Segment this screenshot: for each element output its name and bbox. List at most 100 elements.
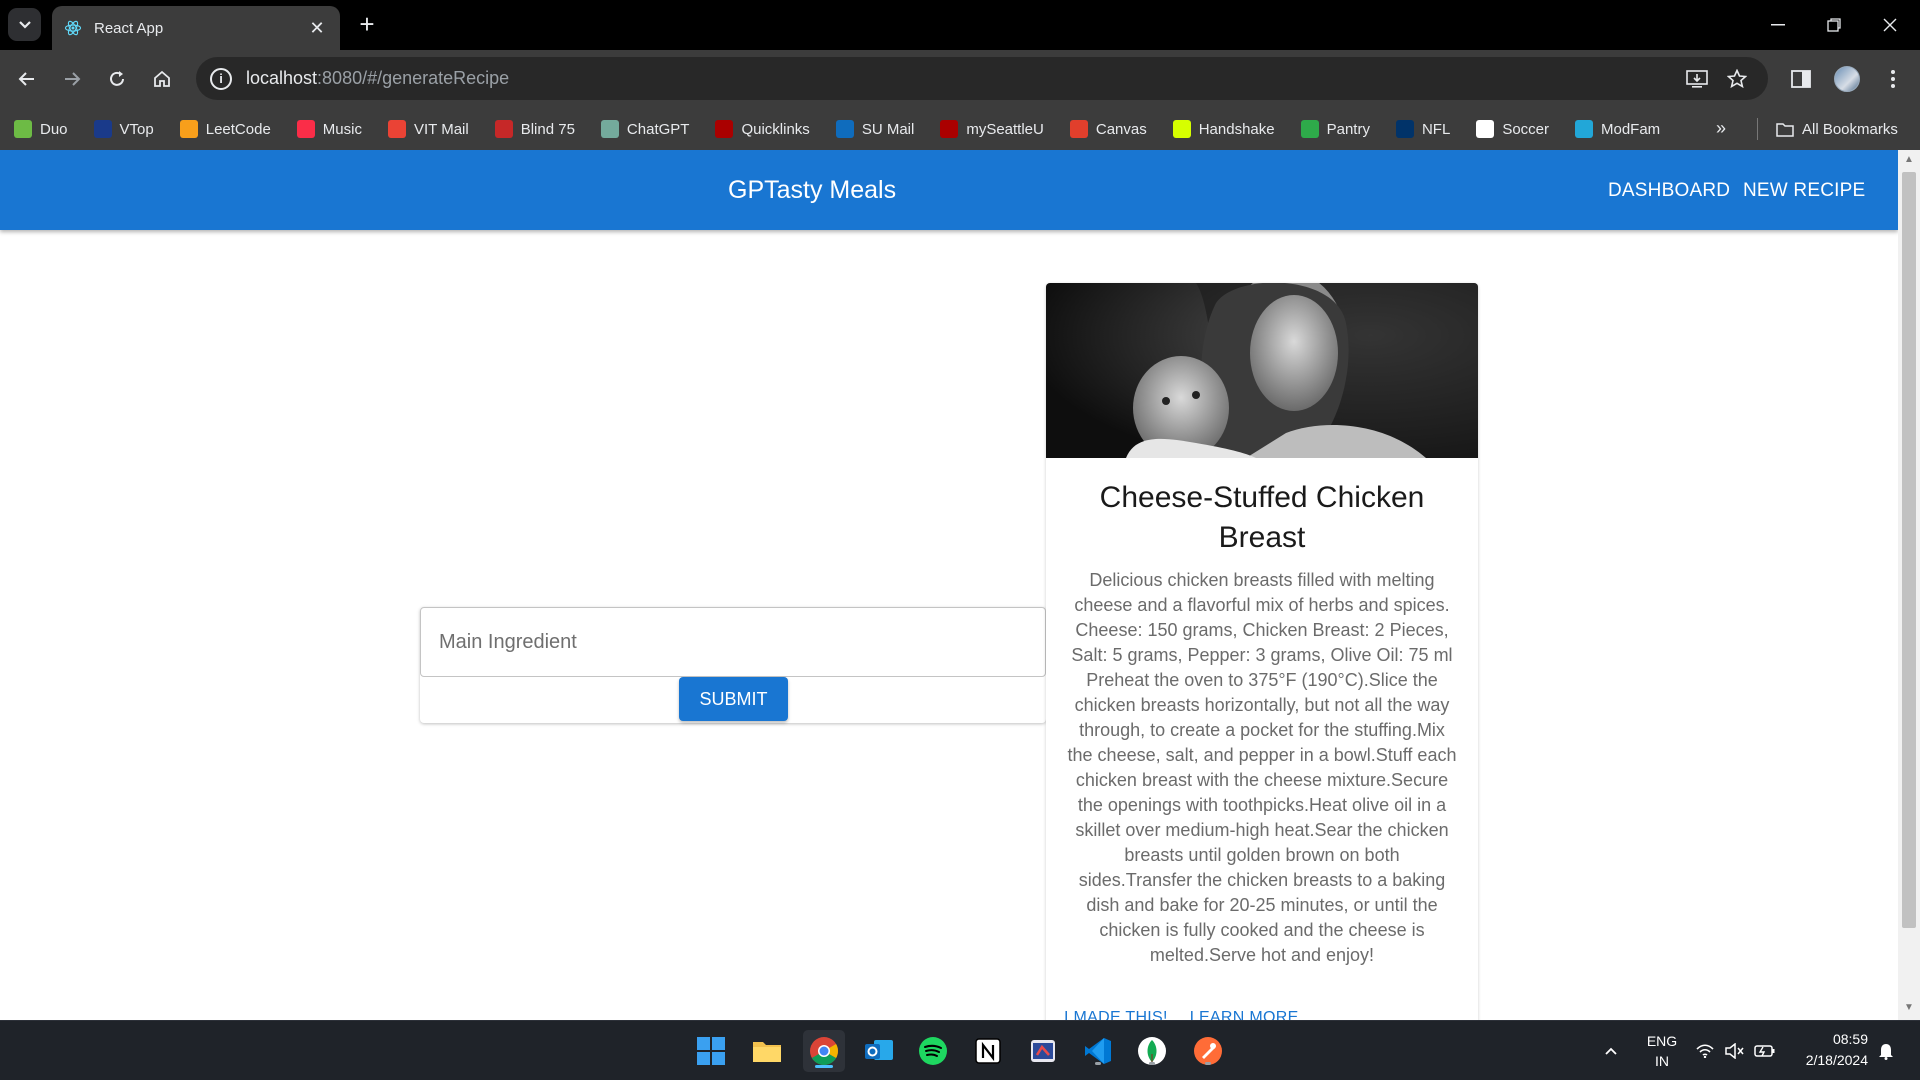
scroll-thumb[interactable] xyxy=(1902,172,1916,928)
site-info-icon[interactable]: i xyxy=(210,67,232,90)
bookmark-item[interactable]: Pantry xyxy=(1300,120,1370,138)
running-indicator xyxy=(1205,1062,1211,1065)
new-tab-button[interactable]: + xyxy=(352,10,382,40)
bookmarks-divider xyxy=(1757,118,1758,140)
bookmark-item[interactable]: Music xyxy=(296,120,362,138)
recipe-card: Cheese-Stuffed Chicken Breast Delicious … xyxy=(1046,283,1478,1020)
restore-icon[interactable] xyxy=(1806,0,1862,50)
bookmark-favicon-icon xyxy=(1172,120,1191,138)
recipe-ingredients: Cheese: 150 grams, Chicken Breast: 2 Pie… xyxy=(1071,620,1453,665)
file-explorer-button[interactable] xyxy=(749,1033,785,1069)
app-brand[interactable]: GPTasty Meals xyxy=(728,176,896,205)
chrome-button[interactable] xyxy=(803,1030,845,1072)
all-bookmarks-button[interactable]: All Bookmarks xyxy=(1776,108,1898,150)
spotify-icon xyxy=(919,1037,947,1065)
bookmark-favicon-icon xyxy=(1575,120,1593,138)
page-scrollbar[interactable]: ▲ ▼ xyxy=(1898,150,1920,1020)
react-logo-icon xyxy=(64,20,82,36)
language-code: ENG xyxy=(1646,1033,1678,1049)
vscode-button[interactable] xyxy=(1080,1033,1116,1069)
submit-button[interactable]: Submit xyxy=(679,677,788,721)
bookmark-item[interactable]: ChatGPT xyxy=(600,120,689,138)
minimize-icon[interactable] xyxy=(1750,0,1806,50)
bookmark-favicon-icon xyxy=(835,120,854,138)
home-icon xyxy=(154,70,170,87)
spotify-button[interactable] xyxy=(915,1033,951,1069)
recipe-image xyxy=(1046,283,1478,458)
arrow-left-icon xyxy=(18,72,34,86)
address-bar[interactable]: i localhost:8080/#/generateRecipe xyxy=(196,57,1768,100)
url-host: localhost xyxy=(246,68,318,88)
bookmark-label: NFL xyxy=(1421,120,1451,138)
bookmark-favicon-icon xyxy=(387,120,406,138)
bookmark-item[interactable]: mySeattleU xyxy=(940,120,1044,138)
bookmark-favicon-icon xyxy=(93,120,112,138)
snipping-tool-button[interactable] xyxy=(1025,1033,1061,1069)
learn-more-button[interactable]: Learn more xyxy=(1190,1009,1299,1020)
install-app-icon[interactable] xyxy=(1678,57,1716,100)
bookmark-favicon-icon xyxy=(494,120,513,138)
bookmark-item[interactable]: Canvas xyxy=(1069,120,1147,138)
system-clock[interactable]: 08:59 2/18/2024 xyxy=(1786,1029,1868,1071)
page-viewport: GPTasty Meals Dashboard New Recipe Submi… xyxy=(0,150,1898,1020)
mongodb-button[interactable] xyxy=(1134,1033,1170,1069)
menu-kebab-icon[interactable] xyxy=(1876,62,1910,96)
reload-button[interactable] xyxy=(100,62,134,96)
bookmark-favicon-icon xyxy=(1476,120,1495,138)
i-made-this-button[interactable]: I made this! xyxy=(1064,1009,1168,1020)
forward-button[interactable] xyxy=(55,62,89,96)
bookmark-item[interactable]: SU Mail xyxy=(835,120,914,138)
main-ingredient-input[interactable] xyxy=(420,607,1046,677)
volume-muted-icon[interactable] xyxy=(1721,1021,1747,1081)
bookmark-favicon-icon xyxy=(296,120,315,138)
notification-bell-icon[interactable] xyxy=(1872,1021,1900,1081)
side-panel-icon[interactable] xyxy=(1784,62,1818,96)
browser-tab[interactable]: React App ✕ xyxy=(52,6,340,50)
clock-date: 2/18/2024 xyxy=(1805,1052,1868,1068)
tab-search-button[interactable] xyxy=(8,8,41,41)
home-button[interactable] xyxy=(145,62,179,96)
wifi-icon[interactable] xyxy=(1692,1021,1718,1081)
close-tab-icon[interactable]: ✕ xyxy=(306,18,328,39)
bookmark-item[interactable]: Soccer xyxy=(1476,120,1549,138)
browser-toolbar: i localhost:8080/#/generateRecipe xyxy=(0,50,1920,108)
close-window-icon[interactable] xyxy=(1862,0,1918,50)
back-button[interactable] xyxy=(10,62,44,96)
bookmark-item[interactable]: NFL xyxy=(1395,120,1451,138)
nav-new-recipe[interactable]: New Recipe xyxy=(1743,180,1865,202)
bookmark-item[interactable]: LeetCode xyxy=(179,120,271,138)
bookmark-item[interactable]: Quicklinks xyxy=(715,120,810,138)
folder-icon xyxy=(1776,122,1794,137)
scroll-up-icon[interactable]: ▲ xyxy=(1903,154,1915,166)
windows-logo-icon xyxy=(697,1037,725,1065)
bookmark-item[interactable]: VTop xyxy=(93,120,154,138)
battery-icon[interactable] xyxy=(1752,1021,1778,1081)
bookmark-label: ModFam xyxy=(1601,120,1661,138)
notion-button[interactable] xyxy=(970,1033,1006,1069)
outlook-button[interactable] xyxy=(861,1033,897,1069)
start-button[interactable] xyxy=(693,1033,729,1069)
bookmark-item[interactable]: Blind 75 xyxy=(494,120,575,138)
bookmark-item[interactable]: ModFam xyxy=(1575,120,1660,138)
nav-dashboard[interactable]: Dashboard xyxy=(1608,180,1730,202)
bookmark-favicon-icon xyxy=(1069,120,1088,138)
profile-avatar[interactable] xyxy=(1830,62,1864,96)
url-path: :8080/#/generateRecipe xyxy=(317,68,510,88)
recipe-actions: I made this! Learn more xyxy=(1064,1009,1321,1020)
running-indicator xyxy=(1095,1062,1101,1065)
recipe-content: Delicious chicken breasts filled with me… xyxy=(1066,568,1458,968)
language-indicator[interactable]: ENG IN xyxy=(1640,1021,1684,1081)
bookmark-favicon-icon xyxy=(14,120,32,138)
scroll-down-icon[interactable]: ▼ xyxy=(1903,1002,1915,1014)
notion-icon xyxy=(975,1038,1001,1064)
app-header: GPTasty Meals Dashboard New Recipe xyxy=(0,150,1898,230)
tray-overflow-icon[interactable] xyxy=(1598,1021,1624,1081)
bookmark-item[interactable]: VIT Mail xyxy=(387,120,469,138)
postman-button[interactable] xyxy=(1190,1033,1226,1069)
snipping-icon xyxy=(1031,1040,1055,1062)
os-taskbar: ENG IN 08:59 2/18/2024 xyxy=(0,1020,1920,1080)
bookmarks-overflow-icon[interactable]: » xyxy=(1716,118,1726,139)
bookmark-item[interactable]: Duo xyxy=(14,120,68,138)
bookmark-item[interactable]: Handshake xyxy=(1172,120,1275,138)
bookmark-star-icon[interactable] xyxy=(1718,57,1756,100)
